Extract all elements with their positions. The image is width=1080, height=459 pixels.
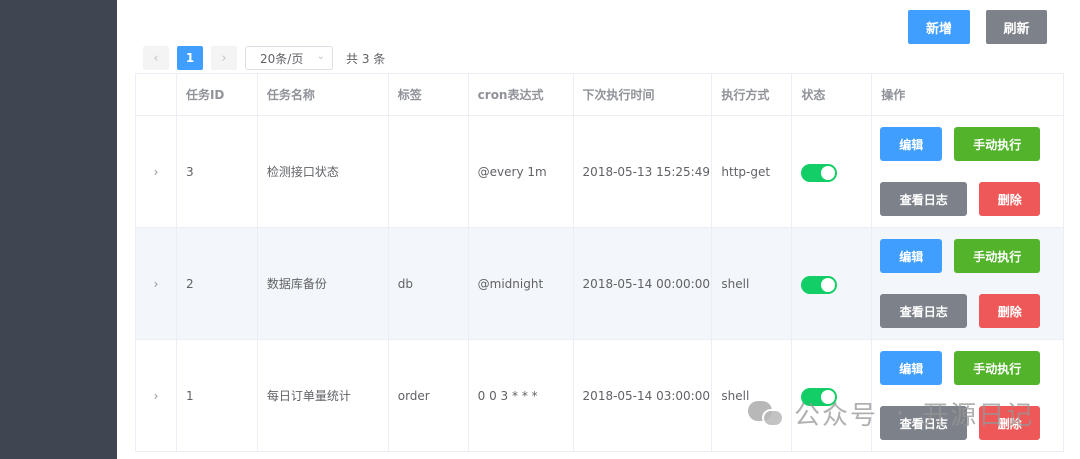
view-log-button[interactable]: 查看日志 xyxy=(880,182,968,216)
actions-cell: 编辑 手动执行 查看日志 删除 xyxy=(872,340,1065,451)
actions-cell: 编辑 手动执行 查看日志 删除 xyxy=(872,116,1065,227)
pagination: ‹ 1 › 20条/页 ⌄ 共 3 条 xyxy=(143,46,385,70)
add-task-button[interactable]: 新增 xyxy=(908,10,970,44)
view-log-button[interactable]: 查看日志 xyxy=(880,294,968,328)
header-cron: cron表达式 xyxy=(469,74,574,115)
task-id: 1 xyxy=(177,340,258,451)
status-cell xyxy=(792,116,873,227)
task-protocol: shell xyxy=(712,228,793,339)
delete-button[interactable]: 删除 xyxy=(979,294,1041,328)
task-cron: 0 0 3 * * * xyxy=(469,340,574,451)
task-protocol: shell xyxy=(712,340,793,451)
expand-row-icon[interactable]: › xyxy=(136,340,177,451)
task-protocol: http-get xyxy=(712,116,793,227)
expand-row-icon[interactable]: › xyxy=(136,228,177,339)
page-size-value: 20条/页 xyxy=(260,51,304,66)
prev-page-button[interactable]: ‹ xyxy=(143,46,169,70)
task-name: 数据库备份 xyxy=(258,228,389,339)
run-now-button[interactable]: 手动执行 xyxy=(954,351,1041,385)
view-log-button[interactable]: 查看日志 xyxy=(880,406,968,440)
run-now-button[interactable]: 手动执行 xyxy=(954,239,1041,273)
task-next-run: 2018-05-13 15:25:49 xyxy=(574,116,713,227)
task-tag: db xyxy=(389,228,469,339)
expand-row-icon[interactable]: › xyxy=(136,116,177,227)
status-toggle[interactable] xyxy=(801,163,838,182)
header-task-id: 任务ID xyxy=(177,74,258,115)
table-row: › 1 每日订单量统计 order 0 0 3 * * * 2018-05-14… xyxy=(136,340,1065,452)
edit-button[interactable]: 编辑 xyxy=(880,127,943,161)
task-name: 每日订单量统计 xyxy=(258,340,389,451)
task-cron: @midnight xyxy=(469,228,574,339)
status-cell xyxy=(792,228,873,339)
header-status: 状态 xyxy=(792,74,873,115)
delete-button[interactable]: 删除 xyxy=(979,182,1041,216)
task-next-run: 2018-05-14 03:00:00 xyxy=(574,340,713,451)
table-row: › 3 检测接口状态 @every 1m 2018-05-13 15:25:49… xyxy=(136,116,1065,228)
header-protocol: 执行方式 xyxy=(712,74,793,115)
header-actions: 操作 xyxy=(872,74,1065,115)
edit-button[interactable]: 编辑 xyxy=(880,351,943,385)
main-content: 新增 刷新 ‹ 1 › 20条/页 ⌄ 共 3 条 任务ID 任务名称 标签 c… xyxy=(117,0,1080,459)
task-next-run: 2018-05-14 00:00:00 xyxy=(574,228,713,339)
header-next-run: 下次执行时间 xyxy=(574,74,713,115)
status-cell xyxy=(792,340,873,451)
total-count: 共 3 条 xyxy=(346,51,386,66)
actions-cell: 编辑 手动执行 查看日志 删除 xyxy=(872,228,1065,339)
header-tag: 标签 xyxy=(389,74,469,115)
header-task-name: 任务名称 xyxy=(258,74,389,115)
edit-button[interactable]: 编辑 xyxy=(880,239,943,273)
task-cron: @every 1m xyxy=(469,116,574,227)
task-id: 3 xyxy=(177,116,258,227)
task-id: 2 xyxy=(177,228,258,339)
page-size-select[interactable]: 20条/页 ⌄ xyxy=(245,46,333,70)
task-table: 任务ID 任务名称 标签 cron表达式 下次执行时间 执行方式 状态 操作 ›… xyxy=(135,73,1065,452)
next-page-button[interactable]: › xyxy=(211,46,237,70)
table-header: 任务ID 任务名称 标签 cron表达式 下次执行时间 执行方式 状态 操作 xyxy=(136,74,1065,116)
task-tag xyxy=(389,116,469,227)
page-number-button[interactable]: 1 xyxy=(177,46,203,70)
refresh-button[interactable]: 刷新 xyxy=(986,10,1047,44)
run-now-button[interactable]: 手动执行 xyxy=(954,127,1041,161)
status-toggle[interactable] xyxy=(801,387,838,406)
sidebar xyxy=(0,0,117,459)
task-tag: order xyxy=(389,340,469,451)
chevron-down-icon: ⌄ xyxy=(316,51,325,62)
delete-button[interactable]: 删除 xyxy=(979,406,1041,440)
task-name: 检测接口状态 xyxy=(258,116,389,227)
table-row: › 2 数据库备份 db @midnight 2018-05-14 00:00:… xyxy=(136,228,1065,340)
header-expand xyxy=(136,74,177,115)
status-toggle[interactable] xyxy=(801,275,838,294)
